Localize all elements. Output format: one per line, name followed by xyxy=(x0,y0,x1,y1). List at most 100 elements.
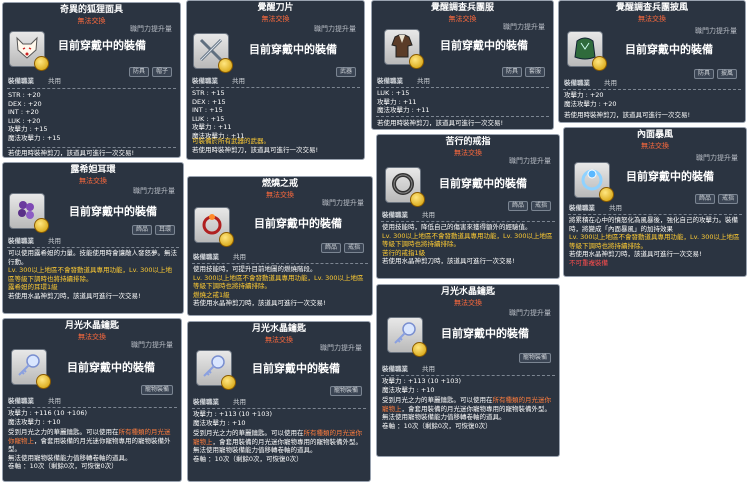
job-row: 裝備職業 共用 xyxy=(8,397,61,406)
tooltip-awakened-armor: 覺醒調查兵團服 無法交換 職門力提升量 目前穿戴中的裝備 防具 套服 裝備職業 共用… xyxy=(371,0,554,130)
divider xyxy=(381,375,555,376)
desc-line: 若使用水晶神剪刀時，該道具可進行一次交易! xyxy=(193,299,326,308)
item-description: 若使用時裝神剪刀，該道具可進行一次交易! xyxy=(377,119,504,127)
level-label: 職門力提升量 xyxy=(696,154,738,162)
stats-list: 攻擊力 : +113 (10 +103) 魔法攻擊力 : +10 xyxy=(193,410,365,427)
desc-text: 受到月光之力的華麗鑰匙。可以使用在 xyxy=(382,396,493,404)
tag: 飾品 xyxy=(694,194,715,204)
job-value: 共用 xyxy=(604,79,617,87)
item-description: 受到月光之力的華麗鑰匙。可以使用在所有種類的月光迷你寵物上，會套用裝備的月光迷你… xyxy=(8,428,175,471)
level-label: 職門力提升量 xyxy=(695,27,737,35)
desc-text: 受到月光之力的華麗鑰匙。可以使用在 xyxy=(193,429,304,437)
job-value: 共用 xyxy=(422,211,435,219)
stats-list: STR : +15 DEX : +15 INT : +15 LUK : +15 … xyxy=(192,89,359,140)
job-row: 裝備職業 共用 xyxy=(192,77,245,86)
desc-line: 受到月光之力的華麗鑰匙。可以使用在所有種類的月光迷你寵物上，會套用裝備的月光迷你… xyxy=(193,429,364,446)
item-icon xyxy=(385,167,425,207)
tooltip-awakened-blade: 覺醒刀片 無法交換 職門力提升量 目前穿戴中的裝備 武器 裝備職業 共用 STR … xyxy=(186,0,365,160)
untradeable-label: 無法交換 xyxy=(261,14,290,23)
level-label: 職門力提升量 xyxy=(314,25,356,33)
stat-line: 魔法攻擊力 : +10 xyxy=(193,418,246,427)
job-label: 裝備職業 xyxy=(564,79,590,87)
tooltip-ascetic-ring: 苦行的戒指 無法交換 職門力提升量 目前穿戴中的裝備 飾品 戒指 裝備職業 共用 使… xyxy=(376,134,560,279)
job-label: 裝備職業 xyxy=(193,253,219,261)
tooltip-awakened-cape: 覺醒調查兵團披風 無法交換 職門力提升量 目前穿戴中的裝備 防具 披風 裝備職業 共… xyxy=(558,0,746,123)
desc-line: Lv. 300以上地區不會發動道具專用功能，Lv. 300以上地區等級下調時也將… xyxy=(382,231,553,249)
item-title: 奇異的狐狸面具 xyxy=(59,5,123,15)
item-tags: 寵物裝備 xyxy=(138,385,173,395)
item-tags: 飾品 戒指 xyxy=(692,194,738,204)
stat-line: 攻擊力 : +113 (10 +103) xyxy=(382,377,462,385)
tag: 戒指 xyxy=(343,243,364,253)
tag: 披風 xyxy=(716,69,737,79)
desc-line: 無法使用寵物裝備能力值移轉卷軸的道具。 xyxy=(382,413,506,422)
item-icon xyxy=(11,349,51,389)
item-title: 覺醒調查兵團披風 xyxy=(615,3,688,13)
item-title: 露希妲耳環 xyxy=(70,165,116,175)
tag: 飾品 xyxy=(507,201,528,211)
job-label: 裝備職業 xyxy=(8,237,34,245)
desc-line: Lv. 300以上地區不會發動道具專用功能，Lv. 300以上地區等級下調時也將… xyxy=(193,273,364,291)
item-tags: 武器 xyxy=(333,67,356,77)
divider xyxy=(192,408,366,409)
job-row: 裝備職業 共用 xyxy=(377,77,430,86)
stat-line: INT : +20 xyxy=(8,108,39,117)
job-value: 共用 xyxy=(417,77,430,85)
equipped-label: 目前穿戴中的裝備 xyxy=(439,177,527,190)
item-description: 使用技能時，降低自己的傷害來獲得額外的經驗值。 Lv. 300以上地區不會發動道… xyxy=(382,223,553,266)
item-tags: 飾品 戒指 xyxy=(505,201,551,211)
job-label: 裝備職業 xyxy=(8,77,34,85)
stat-line: 魔法攻擊力 : +15 xyxy=(8,133,61,142)
tooltip-moon-key-2: 月光水晶鑰匙 無法交換 職門力提升量 目前穿戴中的裝備 寵物裝備 裝備職業 共用 … xyxy=(187,321,371,482)
job-label: 裝備職業 xyxy=(382,211,408,219)
item-icon xyxy=(567,31,607,71)
stat-line: STR : +20 xyxy=(8,91,41,99)
divider xyxy=(191,87,360,88)
item-description: 可以使用露希妲的力量。技能使用時會讓敵人發怒夢。無法行動。 Lv. 300以上地… xyxy=(8,249,177,300)
desc-line: 若使用水晶神剪刀時，該道具可進行一次交易! xyxy=(382,257,515,266)
item-icon xyxy=(196,350,236,390)
item-title: 燃燒之戒 xyxy=(261,179,298,189)
stat-line: 魔法攻擊力 : +10 xyxy=(382,385,435,394)
job-row: 裝備職業 共用 xyxy=(193,253,246,262)
job-row: 裝備職業 共用 xyxy=(382,365,435,374)
item-tags: 飾品 戒指 xyxy=(318,243,364,253)
item-description: 將累積在心中的憤怒化為風暴後，強化自己的攻擊力。裝備時，將變成「內面暴風」的加持… xyxy=(569,216,740,267)
tooltip-moon-key-3: 月光水晶鑰匙 無法交換 職門力提升量 目前穿戴中的裝備 寵物裝備 裝備職業 共用 … xyxy=(376,284,560,457)
desc-line: Lv. 300以上地區不會發動道具專用功能，Lv. 300以上地區等級下調時也將… xyxy=(569,233,740,250)
job-value: 共用 xyxy=(422,365,435,373)
equipped-label: 目前穿戴中的裝備 xyxy=(625,43,713,56)
equipped-label: 目前穿戴中的裝備 xyxy=(249,43,337,56)
item-title: 月光水晶鑰匙 xyxy=(64,321,119,331)
item-icon xyxy=(384,29,424,69)
desc-line: 露希妲的耳環1級 xyxy=(8,283,58,292)
tooltip-burning-ring: 燃燒之戒 無法交換 職門力提升量 目前穿戴中的裝備 飾品 戒指 裝備職業 共用 使用… xyxy=(187,176,373,316)
equipped-label: 目前穿戴中的裝備 xyxy=(254,217,342,230)
stats-list: LUK : +15 攻擊力 : +11 魔法攻擊力 : +11 xyxy=(377,89,548,115)
item-icon xyxy=(574,162,614,202)
desc-line: 可裝備於所有武器的武器。 xyxy=(192,137,270,145)
tooltip-inner-storm: 內面暴風 無法交換 職門力提升量 目前穿戴中的裝備 飾品 戒指 裝備職業 共用 將累… xyxy=(563,127,747,277)
tag: 寵物裝備 xyxy=(518,353,551,363)
desc-line: 將累積在心中的憤怒化為風暴後，強化自己的攻擊力。裝備時，將變成「內面暴風」的加持… xyxy=(569,216,738,233)
job-value: 共用 xyxy=(609,204,622,212)
desc-line: 卷軸 ：10次（剩餘0次，可恢復0次） xyxy=(8,462,118,471)
stat-line: 攻擊力 : +20 xyxy=(564,91,604,99)
desc-line: 使用技能時，降低自己的傷害來獲得額外的經驗值。 xyxy=(382,223,532,231)
coin-icon xyxy=(219,232,234,247)
job-label: 裝備職業 xyxy=(382,365,408,373)
level-label: 職門力提升量 xyxy=(322,199,364,207)
job-row: 裝備職業 共用 xyxy=(8,237,61,246)
level-label: 職門力提升量 xyxy=(503,23,545,31)
item-tags: 寵物裝備 xyxy=(327,386,362,396)
tag: 飾品 xyxy=(131,225,152,235)
coin-icon xyxy=(410,192,425,207)
item-icon xyxy=(9,193,49,233)
tag: 戒指 xyxy=(530,201,551,211)
stat-line: 攻擊力 : +15 xyxy=(8,125,48,134)
divider xyxy=(563,89,741,90)
tag: 耳環 xyxy=(154,225,175,235)
desc-text: ，會套用裝備的月光迷你寵物專用的寵物裝備外型。 xyxy=(401,404,552,413)
job-label: 裝備職業 xyxy=(377,77,403,85)
equipped-label: 目前穿戴中的裝備 xyxy=(440,39,528,52)
